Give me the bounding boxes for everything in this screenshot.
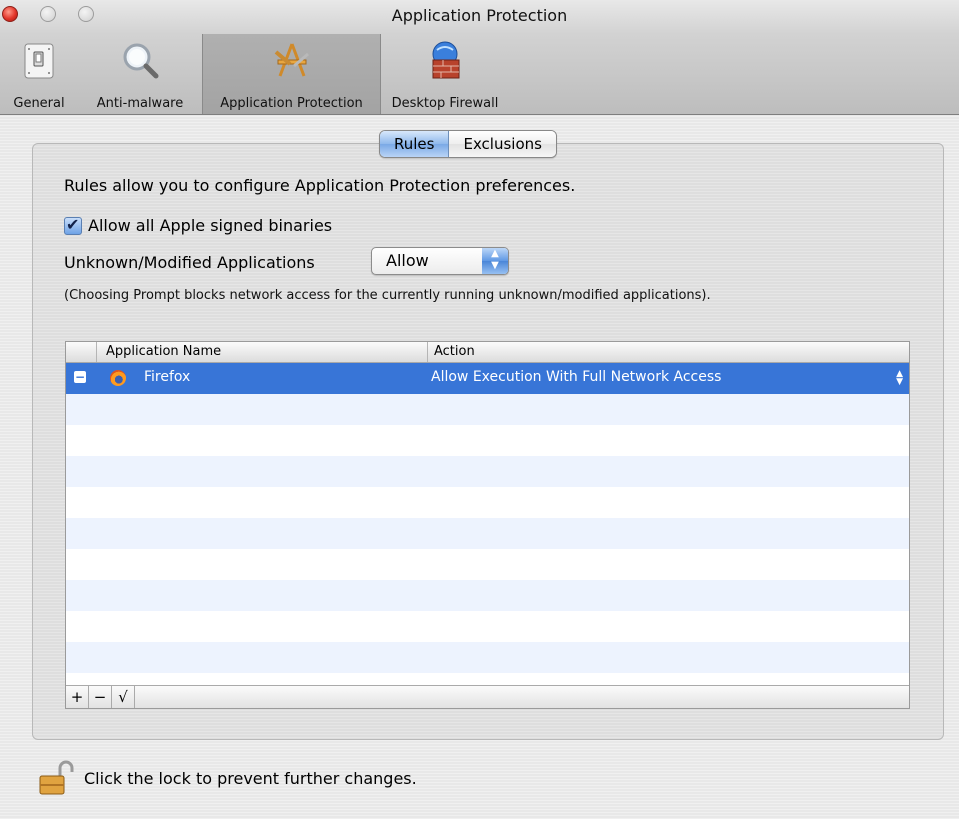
apply-rule-button[interactable]: √	[112, 686, 135, 708]
toolbar-application-protection[interactable]: Application Protection	[202, 34, 381, 114]
unknown-apps-label: Unknown/Modified Applications	[64, 253, 315, 272]
allow-apple-checkbox[interactable]	[64, 215, 82, 235]
switch-icon	[24, 43, 54, 79]
rules-table: Application Name Action − Firefox Allow …	[65, 341, 910, 709]
lock-row: Click the lock to prevent further change…	[36, 758, 417, 798]
preferences-window: Application Protection General Anti-malw…	[0, 0, 959, 819]
toolbar-desktop-firewall-label: Desktop Firewall	[391, 96, 499, 111]
app-name-cell: Firefox	[144, 369, 191, 385]
remove-rule-button[interactable]: −	[89, 686, 112, 708]
rules-description: Rules allow you to configure Application…	[64, 176, 576, 195]
unknown-apps-popup[interactable]: Allow ▲ ▼	[371, 247, 509, 275]
magnifier-icon	[123, 43, 159, 79]
rules-exclusions-segmented-control[interactable]: Rules Exclusions	[379, 130, 557, 158]
column-application-name[interactable]: Application Name	[106, 344, 221, 359]
action-cell[interactable]: Allow Execution With Full Network Access	[431, 369, 721, 385]
table-row[interactable]: − Firefox Allow Execution With Full Netw…	[66, 363, 909, 394]
app-protection-icon	[274, 43, 309, 77]
table-footer-toolbar: + − √	[66, 685, 909, 708]
popup-arrows-icon: ▲ ▼	[482, 248, 508, 274]
toolbar-anti-malware-label: Anti-malware	[96, 96, 184, 111]
firefox-icon	[110, 370, 126, 386]
window-title: Application Protection	[391, 6, 568, 25]
toolbar-application-protection-label: Application Protection	[220, 96, 363, 111]
tab-rules[interactable]: Rules	[380, 131, 450, 157]
titlebar-toolbar: Application Protection General Anti-malw…	[0, 0, 959, 115]
add-rule-button[interactable]: +	[66, 686, 89, 708]
allow-apple-row: Allow all Apple signed binaries	[64, 215, 332, 235]
toolbar-general[interactable]: General	[0, 34, 78, 114]
column-action[interactable]: Action	[434, 344, 475, 359]
unknown-apps-value: Allow	[386, 251, 429, 270]
lock-open-icon[interactable]	[36, 758, 76, 798]
collapse-icon[interactable]: −	[74, 371, 86, 383]
action-stepper-icon[interactable]: ▲ ▼	[896, 370, 903, 387]
toolbar-desktop-firewall[interactable]: Desktop Firewall	[383, 34, 507, 114]
tab-exclusions[interactable]: Exclusions	[449, 131, 556, 157]
prompt-note: (Choosing Prompt blocks network access f…	[64, 288, 711, 303]
toolbar-anti-malware[interactable]: Anti-malware	[82, 34, 198, 114]
allow-apple-label[interactable]: Allow all Apple signed binaries	[88, 216, 332, 235]
lock-message: Click the lock to prevent further change…	[84, 768, 417, 788]
firewall-globe-icon	[432, 41, 460, 79]
table-header: Application Name Action	[66, 342, 909, 363]
toolbar-general-label: General	[13, 96, 65, 111]
